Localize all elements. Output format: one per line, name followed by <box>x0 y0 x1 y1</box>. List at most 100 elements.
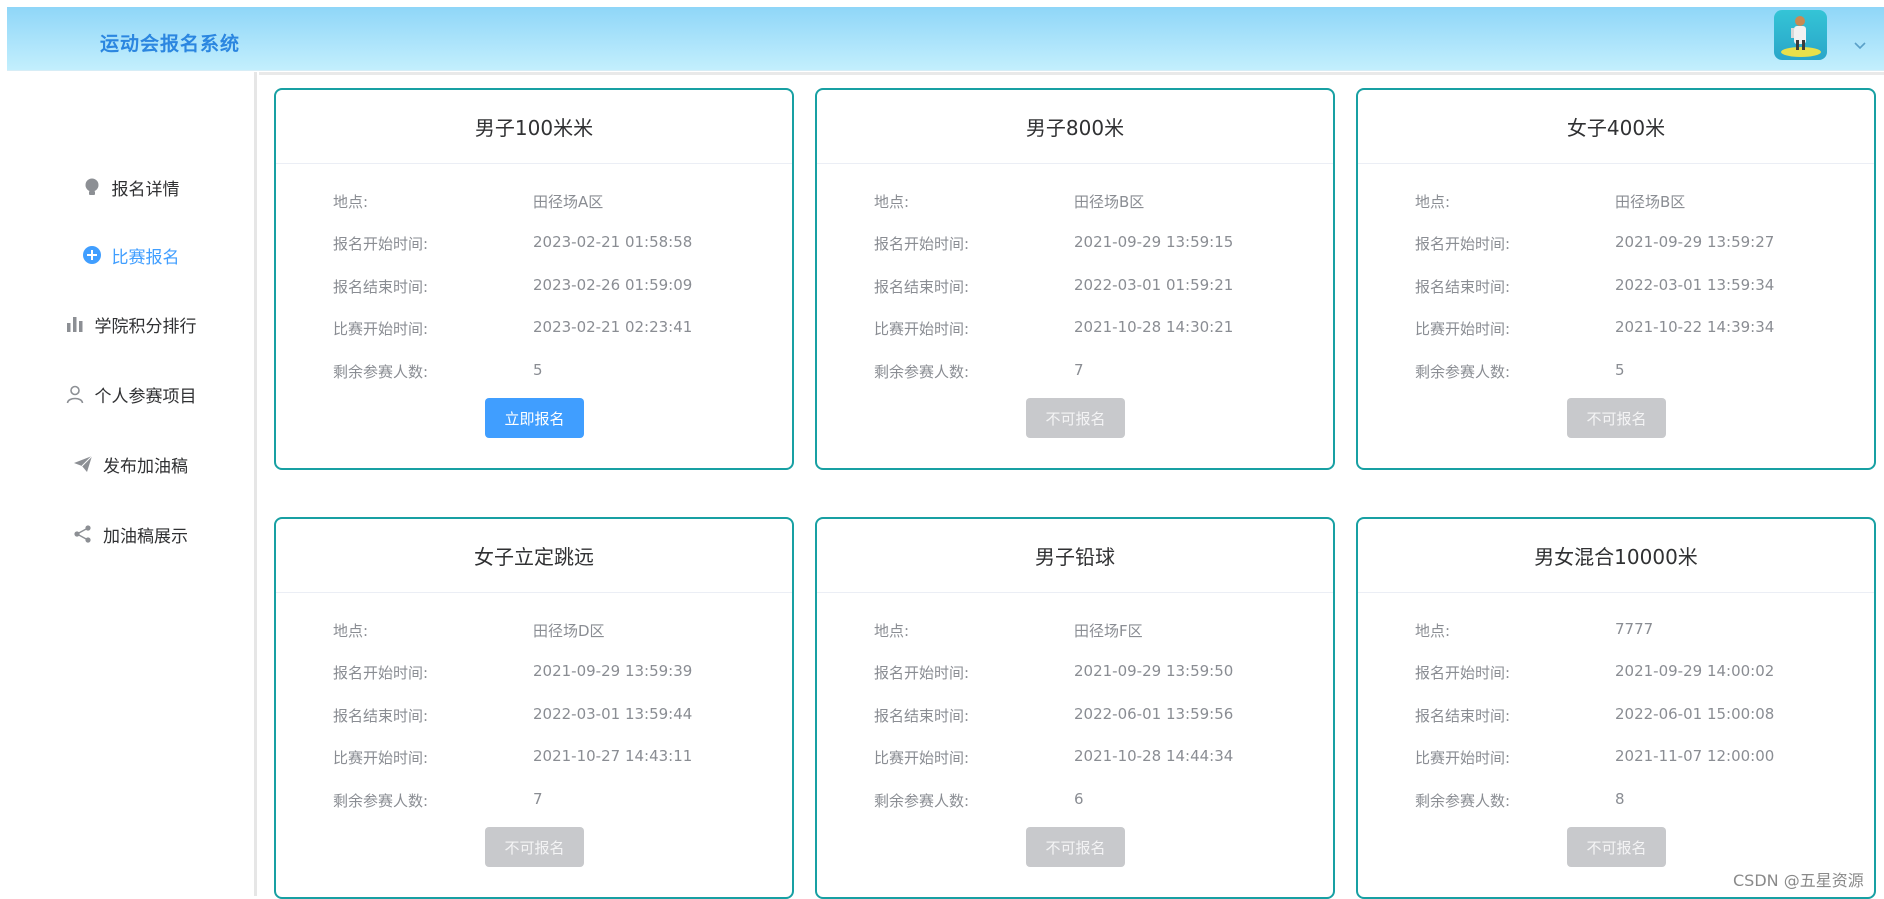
reg-end-value: 2022-06-01 15:00:08 <box>1615 705 1775 723</box>
location-label: 地点: <box>874 622 910 640</box>
sidebar-item-cheer-showcase[interactable]: 加油稿展示 <box>7 514 254 554</box>
reg-start-value: 2021-09-29 13:59:50 <box>1074 662 1234 680</box>
reg-end-value: 2022-03-01 13:59:34 <box>1615 276 1775 294</box>
event-card: 女子立定跳远 地点: 田径场D区 报名开始时间: 2021-09-29 13:59:… <box>274 517 794 899</box>
match-start-value: 2021-10-28 14:44:34 <box>1074 747 1234 765</box>
event-title: 女子400米 <box>1358 90 1874 164</box>
location-label: 地点: <box>874 193 910 211</box>
location-value: 田径场F区 <box>1074 622 1143 640</box>
register-disabled-button[interactable]: 不可报名 <box>1026 398 1125 438</box>
reg-end-value: 2023-02-26 01:59:09 <box>533 276 693 294</box>
reg-end-label: 报名结束时间: <box>1415 278 1511 296</box>
match-start-value: 2023-02-21 02:23:41 <box>533 318 693 336</box>
match-start-label: 比赛开始时间: <box>333 320 429 338</box>
reg-start-value: 2023-02-21 01:58:58 <box>533 233 693 251</box>
remaining-value: 8 <box>1615 790 1625 808</box>
match-start-label: 比赛开始时间: <box>874 749 970 767</box>
reg-start-value: 2021-09-29 13:59:39 <box>533 662 693 680</box>
register-disabled-button[interactable]: 不可报名 <box>1567 827 1666 867</box>
register-disabled-button[interactable]: 不可报名 <box>1567 398 1666 438</box>
reg-end-label: 报名结束时间: <box>874 278 970 296</box>
event-card: 女子400米 地点: 田径场B区 报名开始时间: 2021-09-29 13:59:… <box>1356 88 1876 470</box>
location-value: 7777 <box>1615 620 1654 638</box>
location-value: 田径场D区 <box>533 622 605 640</box>
reg-start-value: 2021-09-29 14:00:02 <box>1615 662 1775 680</box>
remaining-value: 5 <box>1615 361 1625 379</box>
share-icon <box>73 524 93 544</box>
bar-chart-icon <box>65 314 85 334</box>
top-header: 运动会报名系统 <box>7 7 1884 71</box>
reg-end-value: 2022-03-01 01:59:21 <box>1074 276 1234 294</box>
sidebar-item-publish-cheer[interactable]: 发布加油稿 <box>7 444 254 484</box>
event-title: 男子100米米 <box>276 90 792 164</box>
remaining-value: 7 <box>1074 361 1084 379</box>
event-card: 男子铅球 地点: 田径场F区 报名开始时间: 2021-09-29 13:59:50… <box>815 517 1335 899</box>
event-title: 男女混合10000米 <box>1358 519 1874 593</box>
sidebar-item-label: 报名详情 <box>111 179 180 200</box>
match-start-value: 2021-11-07 12:00:00 <box>1615 747 1775 765</box>
reg-end-label: 报名结束时间: <box>333 707 429 725</box>
location-value: 田径场B区 <box>1074 193 1145 211</box>
reg-start-label: 报名开始时间: <box>333 664 429 682</box>
bulb-icon <box>82 177 102 197</box>
reg-start-label: 报名开始时间: <box>1415 235 1511 253</box>
remaining-label: 剩余参赛人数: <box>1415 792 1511 810</box>
remaining-value: 7 <box>533 790 543 808</box>
reg-end-label: 报名结束时间: <box>333 278 429 296</box>
reg-start-label: 报名开始时间: <box>874 664 970 682</box>
location-value: 田径场B区 <box>1615 193 1686 211</box>
event-title: 女子立定跳远 <box>276 519 792 593</box>
register-disabled-button[interactable]: 不可报名 <box>1026 827 1125 867</box>
remaining-label: 剩余参赛人数: <box>874 363 970 381</box>
event-card: 男子100米米 地点: 田径场A区 报名开始时间: 2023-02-21 01:58… <box>274 88 794 470</box>
reg-start-label: 报名开始时间: <box>874 235 970 253</box>
remaining-label: 剩余参赛人数: <box>333 363 429 381</box>
reg-start-value: 2021-09-29 13:59:27 <box>1615 233 1775 251</box>
reg-end-value: 2022-03-01 13:59:44 <box>533 705 693 723</box>
main-divider <box>259 72 1884 75</box>
location-value: 田径场A区 <box>533 193 604 211</box>
chevron-down-icon[interactable] <box>1853 38 1867 52</box>
reg-start-label: 报名开始时间: <box>1415 664 1511 682</box>
location-label: 地点: <box>1415 622 1451 640</box>
reg-start-label: 报名开始时间: <box>333 235 429 253</box>
location-label: 地点: <box>333 193 369 211</box>
remaining-label: 剩余参赛人数: <box>874 792 970 810</box>
event-title: 男子铅球 <box>817 519 1333 593</box>
match-start-value: 2021-10-27 14:43:11 <box>533 747 693 765</box>
remaining-label: 剩余参赛人数: <box>1415 363 1511 381</box>
sidebar-item-registration-details[interactable]: 报名详情 <box>7 167 254 207</box>
sidebar: 报名详情 比赛报名 学院积分排行 个人参赛项目 发布加油稿 加油稿展示 <box>7 72 257 896</box>
match-start-label: 比赛开始时间: <box>333 749 429 767</box>
location-label: 地点: <box>1415 193 1451 211</box>
user-icon <box>65 384 85 404</box>
remaining-label: 剩余参赛人数: <box>333 792 429 810</box>
remaining-value: 5 <box>533 361 543 379</box>
reg-end-label: 报名结束时间: <box>1415 707 1511 725</box>
app-title: 运动会报名系统 <box>100 33 241 55</box>
remaining-value: 6 <box>1074 790 1084 808</box>
sidebar-item-label: 比赛报名 <box>111 247 180 268</box>
sidebar-item-label: 加油稿展示 <box>103 526 188 547</box>
location-label: 地点: <box>333 622 369 640</box>
avatar[interactable] <box>1774 10 1827 60</box>
circle-plus-icon <box>82 245 102 265</box>
sidebar-item-label: 学院积分排行 <box>94 316 197 337</box>
sidebar-item-label: 个人参赛项目 <box>94 386 197 407</box>
event-title: 男子800米 <box>817 90 1333 164</box>
register-now-button[interactable]: 立即报名 <box>485 398 584 438</box>
match-start-label: 比赛开始时间: <box>1415 749 1511 767</box>
register-disabled-button[interactable]: 不可报名 <box>485 827 584 867</box>
sidebar-item-college-ranking[interactable]: 学院积分排行 <box>7 304 254 344</box>
watermark: CSDN @五星资源 <box>1733 871 1864 890</box>
event-card: 男女混合10000米 地点: 7777 报名开始时间: 2021-09-29 14:… <box>1356 517 1876 899</box>
sidebar-item-label: 发布加油稿 <box>103 456 188 477</box>
sidebar-item-event-signup[interactable]: 比赛报名 <box>7 235 254 275</box>
match-start-label: 比赛开始时间: <box>1415 320 1511 338</box>
event-card: 男子800米 地点: 田径场B区 报名开始时间: 2021-09-29 13:59:… <box>815 88 1335 470</box>
paper-plane-icon <box>73 454 93 474</box>
match-start-value: 2021-10-22 14:39:34 <box>1615 318 1775 336</box>
match-start-label: 比赛开始时间: <box>874 320 970 338</box>
sidebar-item-my-events[interactable]: 个人参赛项目 <box>7 374 254 414</box>
reg-end-label: 报名结束时间: <box>874 707 970 725</box>
